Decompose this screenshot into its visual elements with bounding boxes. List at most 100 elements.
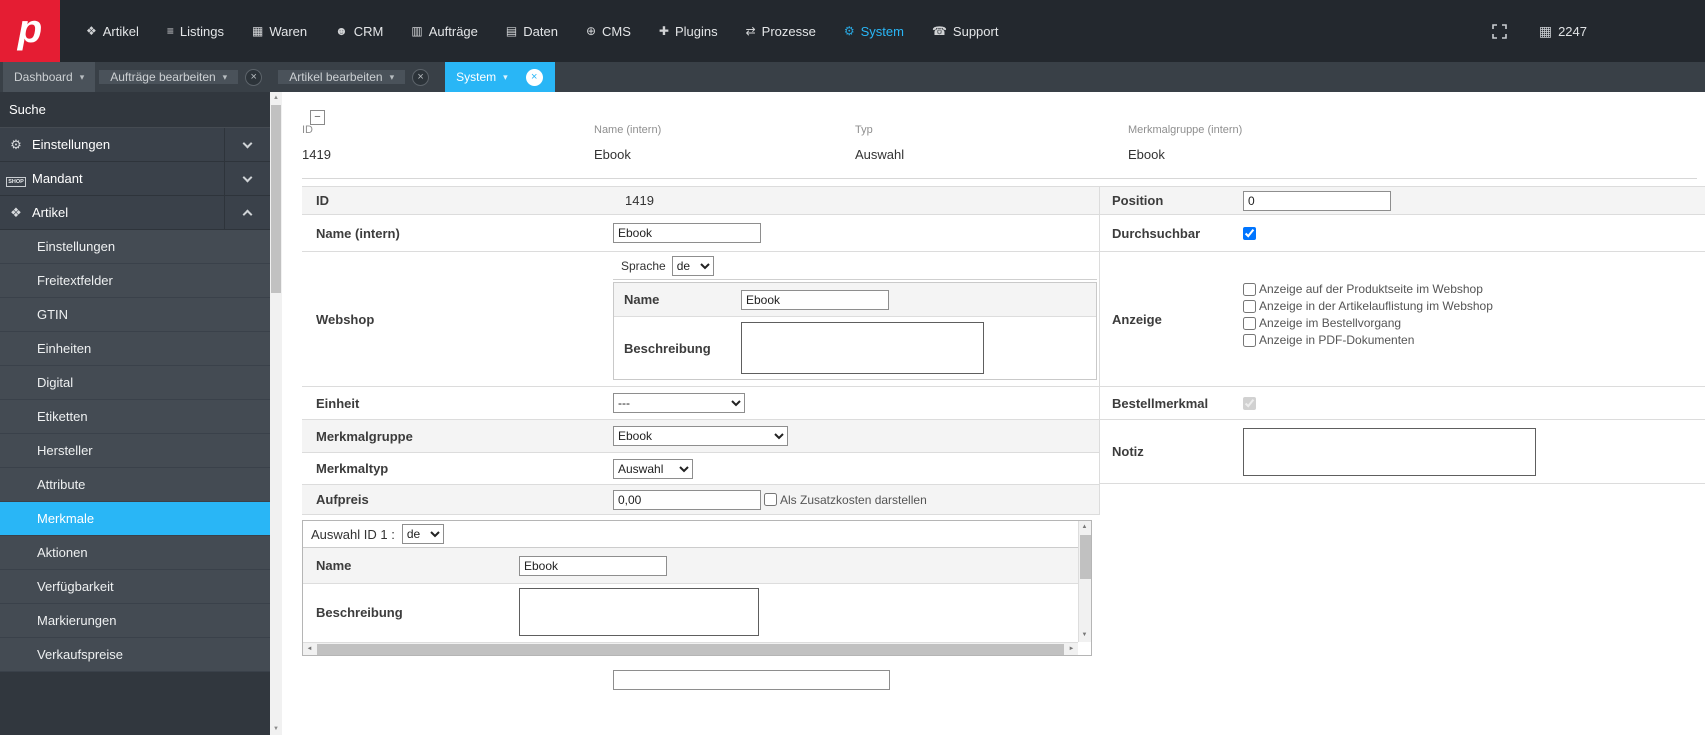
form-right-column: Position Durchsuchbar Anzeige Anzeige au… <box>1100 186 1705 484</box>
fullscreen-icon[interactable] <box>1492 23 1507 39</box>
chevron-down-icon: ▾ <box>389 71 395 82</box>
tab-group: Aufträge bearbeiten ▾ × <box>99 62 274 92</box>
sidebar-search-header[interactable]: Suche <box>0 92 270 128</box>
webshop-beschreibung-textarea[interactable] <box>741 322 984 374</box>
summary-label: Merkmalgruppe (intern) <box>1128 124 1243 136</box>
calendar-counter[interactable]: ▦ 2247 <box>1539 23 1587 40</box>
form-row-anzeige: Anzeige Anzeige auf der Produktseite im … <box>1100 252 1705 387</box>
tab-system[interactable]: System ▾ <box>445 70 519 84</box>
sidebar-item-digital[interactable]: Digital <box>0 366 270 400</box>
auswahl-name-input[interactable] <box>519 555 667 576</box>
collapse-section-icon[interactable]: − <box>310 110 325 125</box>
scroll-right-icon[interactable]: ► <box>1065 643 1078 656</box>
sidebar-item-freitextfelder[interactable]: Freitextfelder <box>0 264 270 298</box>
webshop-inner: Sprache de Name Beschreibung <box>613 252 1097 386</box>
nav-item-waren[interactable]: ▦ Waren <box>252 24 307 39</box>
aufpreis-input[interactable] <box>613 489 761 510</box>
sidebar-item-verkaufspreise[interactable]: Verkaufspreise <box>0 638 270 672</box>
notiz-textarea[interactable] <box>1243 427 1536 476</box>
tab-artikel-bearbeiten[interactable]: Artikel bearbeiten ▾ <box>278 70 406 84</box>
position-input[interactable] <box>1243 190 1391 211</box>
scroll-down-icon[interactable]: ▼ <box>270 723 282 735</box>
sidebar-item-merkmale[interactable]: Merkmale <box>0 502 270 536</box>
auswahl-beschreibung-label: Beschreibung <box>316 604 403 620</box>
sidebar-item-einstellungen[interactable]: Einstellungen <box>0 230 270 264</box>
nav-item-daten[interactable]: ▤ Daten <box>506 24 558 39</box>
sidebar-group-label: Mandant <box>32 171 83 186</box>
scrollbar-thumb[interactable] <box>1080 535 1091 579</box>
boxes-icon: ▦ <box>251 24 264 38</box>
tab-label: Artikel bearbeiten <box>289 70 383 84</box>
nav-item-crm[interactable]: ☻ CRM <box>335 24 383 39</box>
merkmaltyp-select[interactable]: Auswahl <box>613 458 693 479</box>
zusatzkosten-checkbox[interactable] <box>764 493 777 506</box>
anzeige-artikelauflistung-checkbox[interactable] <box>1243 299 1256 313</box>
anzeige-produktseite-checkbox[interactable] <box>1243 282 1256 296</box>
summary-value: Auswahl <box>855 147 905 162</box>
nav-label: CMS <box>602 23 631 39</box>
nav-label: Support <box>952 23 999 39</box>
scroll-left-icon[interactable]: ◄ <box>303 643 316 656</box>
nav-item-system[interactable]: ⚙ System <box>844 24 904 39</box>
nav-item-listings[interactable]: ≡ Listings <box>167 24 224 39</box>
sidebar-item-verfuegbarkeit[interactable]: Verfügbarkeit <box>0 570 270 604</box>
sidebar-item-gtin[interactable]: GTIN <box>0 298 270 332</box>
auswahl-lang-select[interactable]: de <box>401 524 444 544</box>
close-tab-icon[interactable]: × <box>412 68 430 86</box>
anzeige-option-label: Anzeige auf der Produktseite im Webshop <box>1259 282 1483 296</box>
sprache-select[interactable]: de <box>671 255 714 276</box>
anzeige-pdf-checkbox[interactable] <box>1243 333 1256 347</box>
sidebar-group-einstellungen[interactable]: ⚙ Einstellungen <box>0 127 270 162</box>
scrollbar-thumb[interactable] <box>271 105 281 293</box>
database-icon: ▤ <box>505 24 518 38</box>
name-intern-input[interactable] <box>613 223 761 243</box>
sidebar-item-einheiten[interactable]: Einheiten <box>0 332 270 366</box>
tab-auftraege-bearbeiten[interactable]: Aufträge bearbeiten ▾ <box>99 70 239 84</box>
plentymarkets-logo[interactable]: p <box>0 0 60 62</box>
auswahl-beschreibung-textarea[interactable] <box>519 588 759 636</box>
nav-item-auftraege[interactable]: ▥ Aufträge <box>411 24 478 39</box>
anzeige-bestellvorgang-checkbox[interactable] <box>1243 316 1256 330</box>
form-row-merkmalgruppe: Merkmalgruppe Ebook <box>302 420 1099 453</box>
globe-icon: ⊕ <box>585 24 596 38</box>
webshop-name-input[interactable] <box>741 289 889 310</box>
sidebar-item-attribute[interactable]: Attribute <box>0 468 270 502</box>
sidebar-item-markierungen[interactable]: Markierungen <box>0 604 270 638</box>
sidebar-group-mandant[interactable]: SHOP Mandant <box>0 161 270 196</box>
chevron-up-icon[interactable] <box>224 195 270 230</box>
close-tab-icon[interactable]: × <box>525 68 543 86</box>
webshop-name-label: Name <box>624 292 660 307</box>
summary-value: 1419 <box>302 147 331 162</box>
scroll-up-icon[interactable]: ▲ <box>1078 521 1091 534</box>
durchsuchbar-checkbox[interactable] <box>1243 226 1256 240</box>
close-tab-icon[interactable]: × <box>245 68 263 86</box>
scroll-down-icon[interactable]: ▼ <box>1078 629 1091 642</box>
sidebar-scrollbar[interactable]: ▲ ▼ <box>270 92 282 735</box>
process-icon: ⇄ <box>745 24 756 38</box>
sidebar-group-artikel[interactable]: ❖ Artikel <box>0 195 270 230</box>
sidebar-item-etiketten[interactable]: Etiketten <box>0 400 270 434</box>
merkmalgruppe-select[interactable]: Ebook <box>613 426 788 446</box>
sidebar-item-hersteller[interactable]: Hersteller <box>0 434 270 468</box>
nav-item-cms[interactable]: ⊕ CMS <box>586 24 631 39</box>
nav-item-support[interactable]: ☎ Support <box>932 24 999 39</box>
einheit-select[interactable]: --- <box>613 393 745 413</box>
sidebar-item-aktionen[interactable]: Aktionen <box>0 536 270 570</box>
form-row-merkmaltyp: Merkmaltyp Auswahl <box>302 453 1099 485</box>
vertical-scrollbar[interactable]: ▲ ▼ <box>1078 521 1091 642</box>
sidebar-group-label: Einstellungen <box>32 137 111 152</box>
nav-item-artikel[interactable]: ❖ Artikel <box>86 24 139 39</box>
scroll-up-icon[interactable]: ▲ <box>270 92 282 104</box>
chevron-down-icon[interactable] <box>224 161 270 196</box>
nav-item-plugins[interactable]: ✚ Plugins <box>659 24 718 39</box>
form-row-id: ID 1419 <box>302 187 1099 215</box>
horizontal-scrollbar[interactable]: ◄ ► <box>303 642 1078 655</box>
chevron-down-icon[interactable] <box>224 127 270 162</box>
form-row-bestellmerkmal: Bestellmerkmal <box>1100 387 1705 420</box>
webshop-label: Webshop <box>316 311 375 327</box>
nav-item-prozesse[interactable]: ⇄ Prozesse <box>746 24 816 39</box>
scrollbar-thumb[interactable] <box>317 644 1064 655</box>
tab-dashboard[interactable]: Dashboard ▾ <box>3 62 96 92</box>
next-field-input[interactable] <box>613 670 890 690</box>
tag-icon: ❖ <box>86 24 97 38</box>
